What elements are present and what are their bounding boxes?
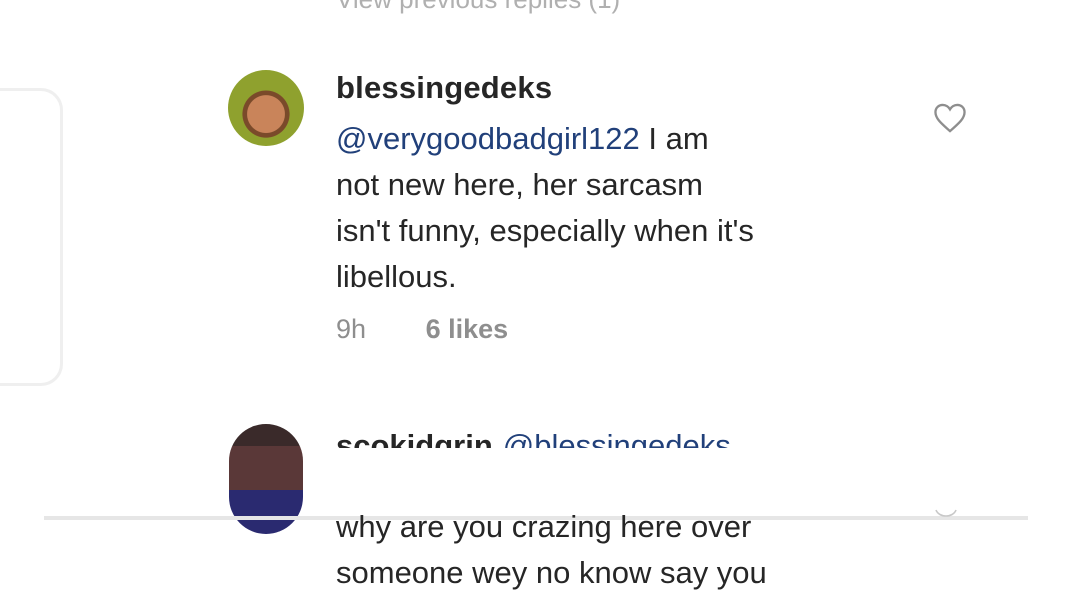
comment-mention[interactable]: @verygoodbadgirl122 — [336, 121, 640, 156]
reply-mention[interactable]: @blessingedeks — [503, 428, 731, 448]
avatar[interactable] — [228, 70, 304, 146]
reply-line-1: why are you crazing here over — [336, 509, 752, 544]
comment-line-2: not new here, her sarcasm — [336, 167, 704, 202]
comment-line-3: isn't funny, especially when it's — [336, 213, 754, 248]
comment-line-4: libellous. — [336, 259, 457, 294]
comment-meta: 9h 6 likes — [336, 314, 508, 345]
reply-header: scokidgrin @blessingedeks — [336, 424, 731, 448]
heart-icon[interactable] — [932, 102, 968, 134]
side-panel-edge — [0, 88, 63, 386]
comment-line-1: @verygoodbadgirl122 I am — [336, 121, 709, 156]
comment-likes-count[interactable]: 6 likes — [426, 314, 509, 344]
reply-line-2: someone wey no know say you — [336, 555, 767, 590]
view-previous-replies-link[interactable]: View previous replies (1) — [336, 0, 620, 15]
comment-username[interactable]: blessingedeks — [336, 70, 552, 106]
reply-username[interactable]: scokidgrin — [336, 428, 493, 448]
reply-text: why are you crazing here over someone we… — [336, 504, 956, 596]
comment-time: 9h — [336, 314, 367, 344]
comment-text: @verygoodbadgirl122 I am not new here, h… — [336, 116, 896, 300]
heart-icon[interactable] — [934, 508, 958, 522]
